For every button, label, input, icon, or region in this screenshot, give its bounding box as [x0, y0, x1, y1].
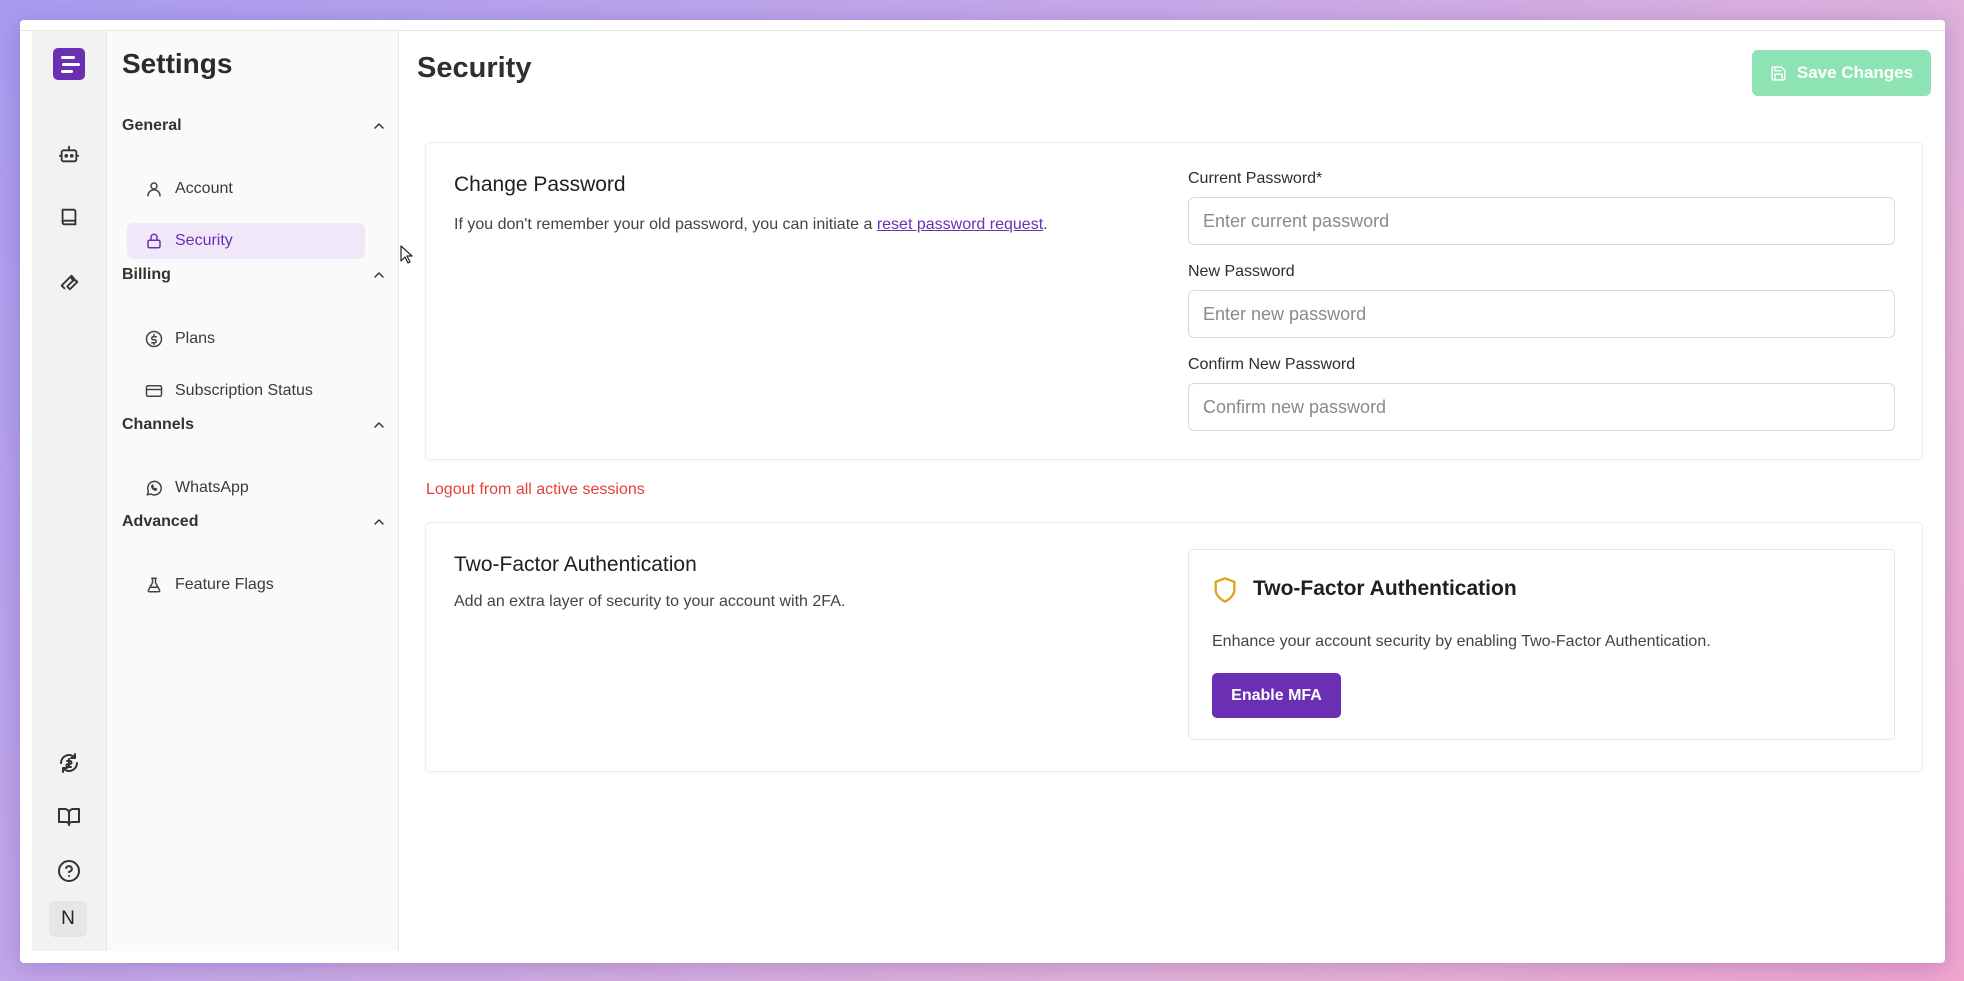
- whatsapp-icon: [146, 480, 162, 496]
- sidebar-item-label: Account: [175, 180, 233, 197]
- user-icon: [147, 182, 161, 197]
- dollar-circle-icon: [145, 330, 163, 348]
- avatar[interactable]: N: [49, 901, 87, 937]
- sidebar-item-whatsapp[interactable]: WhatsApp: [127, 470, 365, 506]
- save-changes-button[interactable]: Save Changes: [1752, 50, 1931, 96]
- save-changes-label: Save Changes: [1796, 63, 1914, 82]
- credit-card-icon: [145, 385, 163, 397]
- chevron-up-icon: [374, 123, 384, 129]
- sidebar-item-plans[interactable]: Plans: [127, 321, 365, 357]
- two-factor-card: Two-Factor Authentication Add an extra l…: [425, 522, 1923, 772]
- group-advanced-header[interactable]: Advanced: [122, 510, 387, 534]
- docs-book-icon[interactable]: [51, 799, 87, 835]
- reset-password-link[interactable]: reset password request: [877, 216, 1043, 233]
- card-description: Add an extra layer of security to your a…: [454, 593, 846, 610]
- enable-mfa-button[interactable]: Enable MFA: [1212, 673, 1341, 718]
- wrench-icon[interactable]: [51, 263, 87, 299]
- desc-prefix: If you don't remember your old password,…: [454, 216, 877, 233]
- save-icon: [1771, 65, 1786, 81]
- mfa-panel: Two-Factor Authentication Enhance your a…: [1188, 549, 1895, 740]
- chevron-up-icon: [374, 422, 384, 428]
- sidebar-item-label: Feature Flags: [175, 576, 274, 593]
- mouse-cursor-icon: [400, 245, 413, 264]
- current-password-label: Current Password*: [1188, 170, 1323, 187]
- sidebar-item-label: WhatsApp: [175, 479, 249, 496]
- window-top-bar: [20, 20, 1945, 31]
- mfa-panel-description: Enhance your account security by enablin…: [1212, 633, 1711, 650]
- app-window: N Settings General Account Security Bill…: [20, 20, 1945, 963]
- main-content: Security Save Changes Change Password If…: [400, 31, 1945, 951]
- sidebar-item-security[interactable]: Security: [127, 223, 365, 259]
- page-title: Security: [417, 52, 532, 84]
- settings-sidebar: Settings General Account Security Billin…: [107, 31, 399, 951]
- icon-rail: N: [32, 31, 107, 951]
- shield-icon: [1214, 577, 1236, 603]
- group-channels-header[interactable]: Channels: [122, 413, 387, 437]
- sidebar-item-label: Plans: [175, 330, 216, 347]
- desc-suffix: .: [1043, 216, 1048, 233]
- group-general-header[interactable]: General: [122, 114, 387, 138]
- flask-icon: [147, 577, 161, 593]
- sidebar-item-account[interactable]: Account: [127, 171, 365, 207]
- sidebar-title: Settings: [122, 48, 233, 79]
- card-description: If you don't remember your old password,…: [454, 216, 1048, 234]
- sidebar-item-subscription-status[interactable]: Subscription Status: [127, 373, 365, 409]
- book-icon[interactable]: [51, 199, 87, 235]
- group-label: General: [122, 117, 182, 134]
- avatar-initial: N: [61, 908, 75, 929]
- sidebar-item-label: Subscription Status: [175, 382, 313, 399]
- group-label: Billing: [122, 266, 171, 283]
- new-password-label: New Password: [1188, 263, 1295, 280]
- card-title: Two-Factor Authentication: [454, 553, 697, 576]
- chevron-up-icon: [374, 272, 384, 278]
- card-title: Change Password: [454, 173, 626, 196]
- help-icon[interactable]: [51, 853, 87, 889]
- current-password-input[interactable]: [1188, 197, 1895, 245]
- chevron-up-icon: [374, 519, 384, 525]
- new-password-input[interactable]: [1188, 290, 1895, 338]
- group-label: Advanced: [122, 513, 199, 530]
- sidebar-item-feature-flags[interactable]: Feature Flags: [127, 567, 365, 603]
- lock-icon: [147, 233, 161, 249]
- bot-icon[interactable]: [51, 136, 87, 172]
- sidebar-item-label: Security: [175, 232, 233, 249]
- sync-icon[interactable]: [51, 745, 87, 781]
- confirm-password-label: Confirm New Password: [1188, 356, 1356, 373]
- group-label: Channels: [122, 416, 195, 433]
- logo-icon[interactable]: [53, 48, 85, 80]
- change-password-card: Change Password If you don't remember yo…: [425, 142, 1923, 460]
- confirm-password-input[interactable]: [1188, 383, 1895, 431]
- group-billing-header[interactable]: Billing: [122, 263, 387, 287]
- logout-all-sessions-link[interactable]: Logout from all active sessions: [426, 481, 645, 499]
- mfa-panel-title: Two-Factor Authentication: [1253, 577, 1517, 600]
